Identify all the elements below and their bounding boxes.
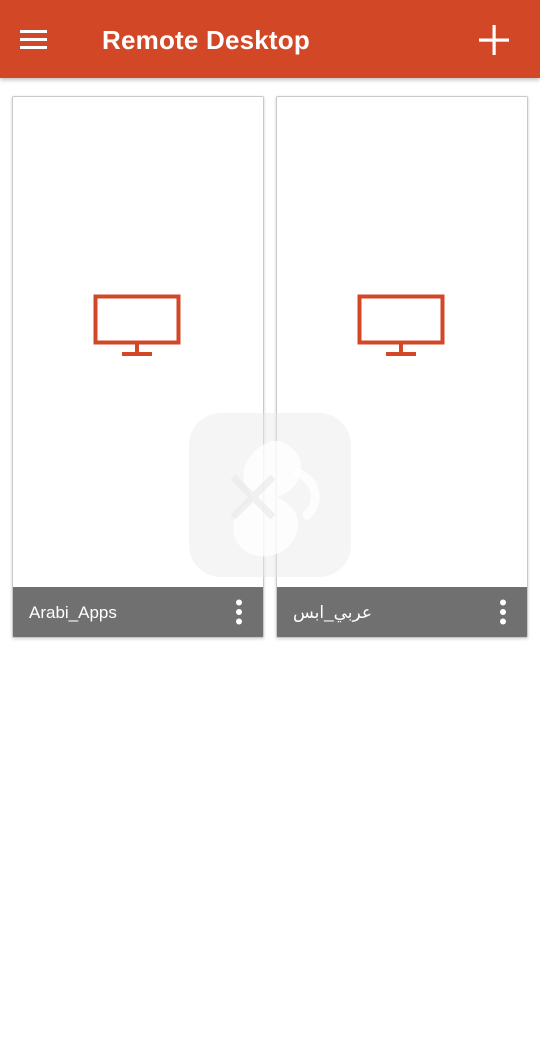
more-vertical-icon: [236, 599, 242, 625]
monitor-icon: [357, 294, 445, 356]
plus-icon: [479, 25, 509, 55]
connection-grid: Arabi_Apps عربي_ابس: [12, 96, 529, 638]
connection-thumbnail: [13, 97, 263, 587]
connection-more-button[interactable]: [489, 592, 517, 632]
connection-footer: Arabi_Apps: [13, 587, 263, 637]
connection-name: Arabi_Apps: [29, 603, 117, 622]
connection-tile[interactable]: عربي_ابس: [276, 96, 528, 638]
monitor-icon: [93, 294, 181, 356]
menu-button[interactable]: [20, 22, 60, 58]
connection-more-button[interactable]: [225, 592, 253, 632]
page-title: Remote Desktop: [102, 25, 310, 55]
hamburger-menu-icon: [20, 30, 47, 49]
more-vertical-icon: [500, 599, 506, 625]
add-connection-button[interactable]: [474, 20, 514, 60]
app-bar: Remote Desktop: [0, 0, 540, 78]
connection-name: عربي_ابس: [293, 603, 373, 622]
connection-thumbnail: [277, 97, 527, 587]
connection-footer: عربي_ابس: [277, 587, 527, 637]
connection-tile[interactable]: Arabi_Apps: [12, 96, 264, 638]
